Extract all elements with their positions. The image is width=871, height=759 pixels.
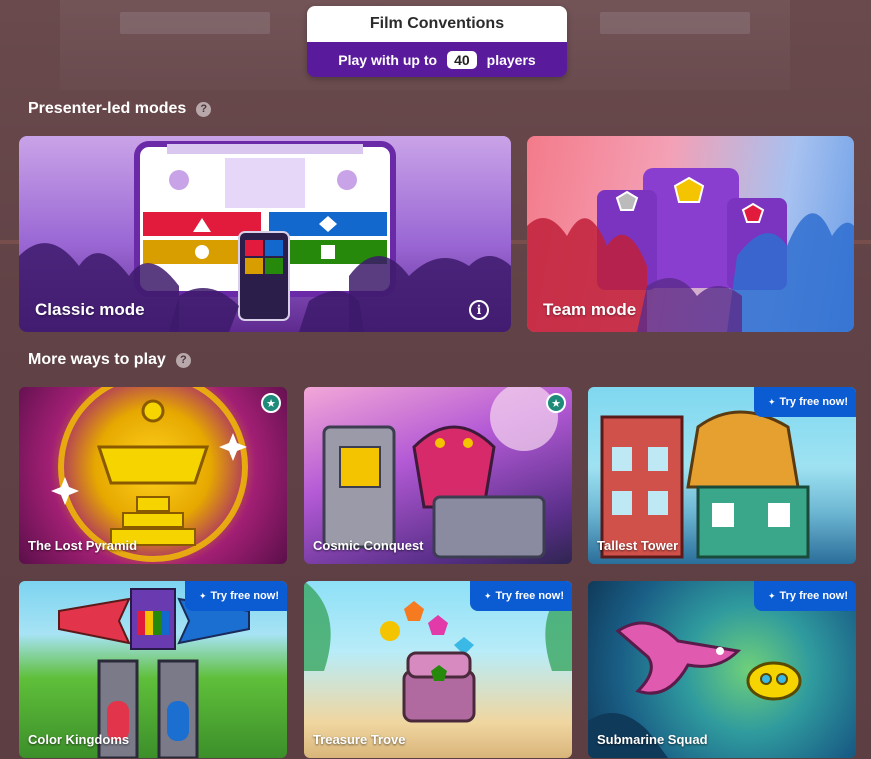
game-label: Color Kingdoms — [28, 732, 130, 747]
ceiling-light — [120, 12, 270, 34]
classic-mode-card[interactable]: Classic mode i — [19, 136, 511, 332]
game-card-treasure-trove[interactable]: ✦ Try free now! Treasure Trove — [304, 581, 572, 758]
game-label: Cosmic Conquest — [313, 538, 424, 553]
player-count-badge: 40 — [447, 50, 477, 69]
try-free-label: Try free now! — [779, 590, 848, 602]
try-free-badge[interactable]: ✦ Try free now! — [469, 581, 572, 611]
game-card-cosmic-conquest[interactable]: ★ Cosmic Conquest — [304, 387, 572, 564]
game-card-tallest-tower[interactable]: ✦ Try free now! Tallest Tower — [588, 387, 856, 564]
featured-star-icon: ★ — [261, 393, 281, 413]
session-header-card: Film Conventions Play with up to 40 play… — [307, 6, 567, 77]
team-mode-label: Team mode — [543, 300, 637, 319]
game-card-submarine-squad[interactable]: ✦ Try free now! Submarine Squad — [588, 581, 856, 758]
sparkle-icon: ✦ — [767, 590, 776, 601]
player-limit-prefix: Play with up to — [338, 51, 438, 68]
try-free-badge[interactable]: ✦ Try free now! — [184, 581, 287, 611]
classic-mode-label: Classic mode — [35, 300, 145, 319]
player-limit-bar: Play with up to 40 players — [307, 42, 567, 77]
help-icon[interactable]: ? — [196, 101, 212, 117]
presentation-title: Film Conventions — [307, 6, 567, 42]
game-label: The Lost Pyramid — [28, 538, 138, 553]
try-free-badge[interactable]: ✦ Try free now! — [753, 387, 856, 417]
team-mode-card[interactable]: Team mode — [527, 136, 854, 332]
game-label: Submarine Squad — [597, 732, 708, 747]
help-icon[interactable]: ? — [175, 352, 191, 368]
game-card-color-kingdoms[interactable]: ✦ Try free now! Color Kingdoms — [19, 581, 287, 758]
sparkle-icon: ✦ — [483, 590, 492, 601]
player-limit-suffix: players — [486, 51, 536, 68]
sparkle-icon: ✦ — [767, 396, 776, 407]
sparkle-icon: ✦ — [198, 590, 207, 601]
more-ways-heading: More ways to play ? — [28, 351, 191, 369]
info-icon[interactable]: i — [469, 300, 489, 320]
featured-star-icon: ★ — [546, 393, 566, 413]
game-label: Treasure Trove — [313, 732, 406, 747]
game-label: Tallest Tower — [597, 538, 679, 553]
presenter-modes-title: Presenter-led modes — [28, 100, 187, 117]
game-card-lost-pyramid[interactable]: ★ The Lost Pyramid — [19, 387, 287, 564]
ceiling-light — [600, 12, 750, 34]
try-free-label: Try free now! — [779, 396, 848, 408]
try-free-badge[interactable]: ✦ Try free now! — [753, 581, 856, 611]
try-free-label: Try free now! — [495, 590, 564, 602]
presenter-modes-heading: Presenter-led modes ? — [28, 100, 212, 118]
try-free-label: Try free now! — [210, 590, 279, 602]
more-ways-title: More ways to play — [28, 351, 166, 368]
